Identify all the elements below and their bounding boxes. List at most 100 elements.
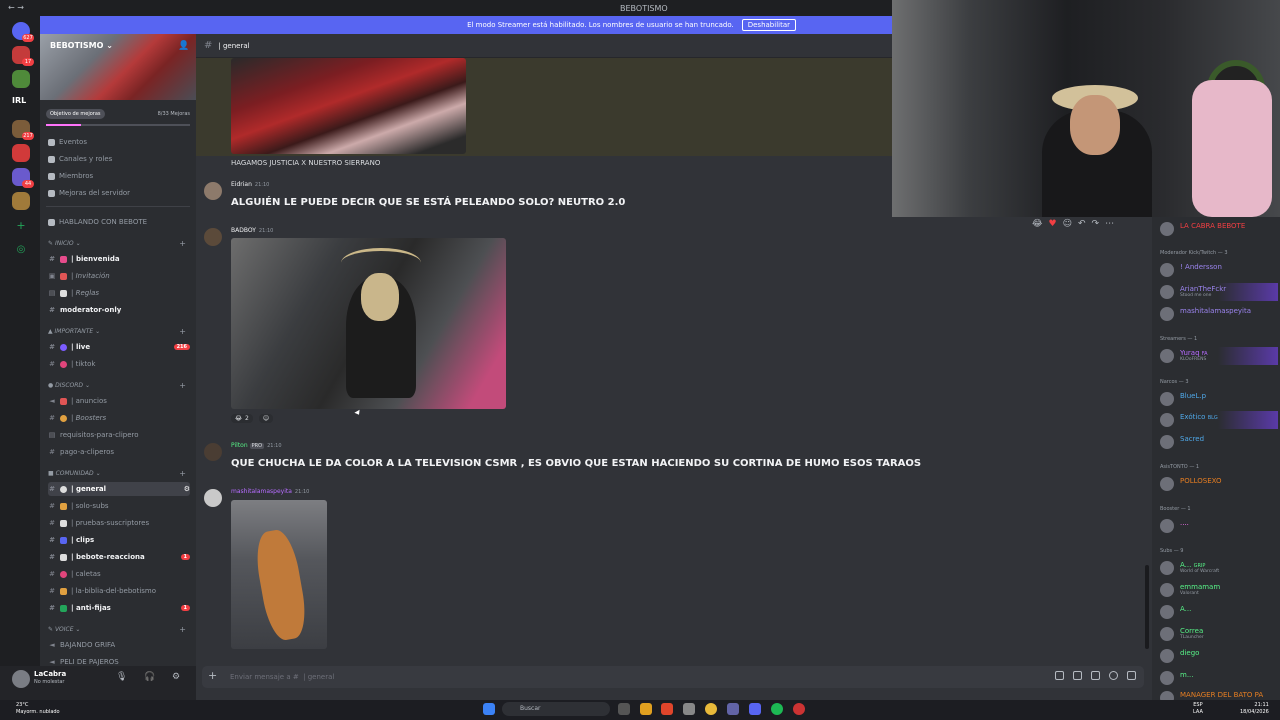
forward-icon[interactable]: ↷ xyxy=(1092,219,1100,229)
message-input[interactable] xyxy=(230,670,830,684)
add-channel-icon[interactable]: + xyxy=(179,381,186,390)
channel-pruebas[interactable]: # | pruebas-suscriptores xyxy=(48,516,190,530)
voice-channel-bajando[interactable]: ◄ BAJANDO GRIFA xyxy=(48,638,190,652)
member-item[interactable]: diego xyxy=(1158,647,1278,665)
member-item[interactable]: MANAGER DEL BATO PA xyxy=(1158,689,1278,700)
add-channel-icon[interactable]: + xyxy=(179,469,186,478)
channel-general[interactable]: # | general ⚙ xyxy=(48,482,190,496)
sidebar-item-boosts[interactable]: Mejoras del servidor xyxy=(48,186,190,200)
member-item[interactable]: Yuraq FA KLOoFRENS xyxy=(1158,347,1278,365)
channel-moderator-only[interactable]: # moderator-only xyxy=(48,303,190,317)
avatar[interactable] xyxy=(12,670,30,688)
sidebar-item-events[interactable]: Eventos xyxy=(48,135,190,149)
server-icon[interactable] xyxy=(12,144,30,162)
server-icon[interactable] xyxy=(12,70,30,88)
category-voice[interactable]: ✎ VOICE ⌄ + xyxy=(48,625,190,634)
server-name-dropdown[interactable]: BEBOTISMO ⌄ xyxy=(50,41,113,50)
gif-icon[interactable] xyxy=(1073,671,1082,680)
member-item[interactable]: A... xyxy=(1158,603,1278,621)
brave-icon[interactable] xyxy=(661,703,673,715)
member-item[interactable]: A... GRIP World of Warcraft xyxy=(1158,559,1278,577)
explore-icon[interactable]: ◎ xyxy=(12,242,30,260)
channel-clips[interactable]: # | clips xyxy=(48,533,190,547)
member-item[interactable]: LA CABRA BEBOTE xyxy=(1158,220,1278,238)
add-channel-icon[interactable]: + xyxy=(179,327,186,336)
weather-widget[interactable]: 23°C Mayorm. nublado xyxy=(16,702,60,716)
avatar[interactable] xyxy=(204,443,222,461)
channel-tiktok[interactable]: # | tiktok xyxy=(48,357,190,371)
apps-icon[interactable] xyxy=(1127,671,1136,680)
member-item[interactable]: Exótico BLG xyxy=(1158,411,1278,429)
channel-solo-subs[interactable]: # | solo-subs xyxy=(48,499,190,513)
server-icon[interactable] xyxy=(12,192,30,210)
emoji-icon[interactable] xyxy=(1109,671,1118,680)
message-author[interactable]: BADBOY 21:10 xyxy=(231,227,273,234)
member-item[interactable]: Correa TLauncher xyxy=(1158,625,1278,643)
member-item[interactable]: m... xyxy=(1158,669,1278,687)
server-irl-icon[interactable]: IRL xyxy=(12,96,30,114)
obs-icon[interactable] xyxy=(793,703,805,715)
taskbar-clock[interactable]: 21:11 18/04/2026 xyxy=(1240,702,1269,716)
add-reaction-icon[interactable]: ☺ xyxy=(1063,219,1072,229)
heart-icon[interactable]: ♥ xyxy=(1049,219,1057,229)
more-icon[interactable]: ⋯ xyxy=(1105,219,1114,229)
event-channel[interactable]: HABLANDO CON BEBOTE xyxy=(48,215,190,229)
avatar[interactable] xyxy=(204,182,222,200)
category-comunidad[interactable]: ■ COMUNIDAD ⌄ + xyxy=(48,469,190,478)
disable-button[interactable]: Deshabilitar xyxy=(741,19,796,31)
add-channel-icon[interactable]: + xyxy=(179,239,186,248)
language-indicator[interactable]: ESP LAA xyxy=(1193,702,1203,716)
voice-channel-peli[interactable]: ◄ PELI DE PAJEROS xyxy=(48,655,190,666)
channel-bienvenida[interactable]: # | bienvenida xyxy=(48,252,190,266)
channel-anuncios[interactable]: ◄ | anuncios xyxy=(48,394,190,408)
scrollbar[interactable] xyxy=(1145,565,1149,649)
avatar[interactable] xyxy=(204,489,222,507)
gift-icon[interactable] xyxy=(1055,671,1064,680)
member-item[interactable]: POLLOSEXO xyxy=(1158,475,1278,493)
channel-biblia[interactable]: # | la-biblia-del-bebotismo xyxy=(48,584,190,598)
headphones-icon[interactable]: 🎧 xyxy=(144,672,155,682)
app-icon[interactable] xyxy=(683,703,695,715)
member-item[interactable]: emmamam Valorant xyxy=(1158,581,1278,599)
member-item[interactable]: .... xyxy=(1158,517,1278,535)
channel-boosters[interactable]: # | Boosters xyxy=(48,411,190,425)
category-discord[interactable]: ● DISCORD ⌄ + xyxy=(48,381,190,390)
category-importante[interactable]: ▲ IMPORTANTE ⌄ + xyxy=(48,327,190,336)
sidebar-item-channels-roles[interactable]: Canales y roles xyxy=(48,152,190,166)
reaction-icon[interactable]: 😂 xyxy=(1032,219,1043,229)
reply-icon[interactable]: ↶ xyxy=(1078,219,1086,229)
attach-icon[interactable]: + xyxy=(208,669,217,682)
channel-caletas[interactable]: # | caletas xyxy=(48,567,190,581)
add-server-icon[interactable]: + xyxy=(12,218,30,236)
sidebar-item-members[interactable]: Miembros xyxy=(48,169,190,183)
discord-icon[interactable] xyxy=(749,703,761,715)
avatar[interactable] xyxy=(204,228,222,246)
spotify-icon[interactable] xyxy=(771,703,783,715)
message-author[interactable]: Pilton PRO 21:10 xyxy=(231,442,282,449)
invite-icon[interactable]: 👤 xyxy=(178,41,189,51)
message-image[interactable] xyxy=(231,238,506,409)
message-author[interactable]: Eidrian 21:10 xyxy=(231,181,269,188)
settings-icon[interactable]: ⚙ xyxy=(184,485,190,493)
reaction-chip[interactable]: 😂 2 xyxy=(231,414,253,423)
channel-reglas[interactable]: ▤ | Reglas xyxy=(48,286,190,300)
add-reaction-button[interactable]: ☺ xyxy=(258,414,274,423)
member-item[interactable]: ! Andersson xyxy=(1158,261,1278,279)
member-item[interactable]: BlueL.p xyxy=(1158,390,1278,408)
message-image[interactable] xyxy=(231,58,466,154)
start-icon[interactable] xyxy=(483,703,495,715)
file-explorer-icon[interactable] xyxy=(640,703,652,715)
category-inicio[interactable]: ✎ INICIO ⌄ + xyxy=(48,239,190,248)
taskbar-search[interactable]: Buscar xyxy=(502,702,610,716)
channel-invitacion[interactable]: ▣ | Invitación xyxy=(48,269,190,283)
task-view-icon[interactable] xyxy=(618,703,630,715)
boost-goal[interactable]: Objetivo de mejoras 8/33 Mejoras xyxy=(46,108,190,120)
sticker-icon[interactable] xyxy=(1091,671,1100,680)
microphone-icon[interactable]: 🎙 xyxy=(116,672,127,682)
teams-icon[interactable] xyxy=(727,703,739,715)
channel-pago[interactable]: # pago-a-cliperos xyxy=(48,445,190,459)
member-item[interactable]: ArianTheFckr Stood me one xyxy=(1158,283,1278,301)
member-item[interactable]: mashitalamaspeyita xyxy=(1158,305,1278,323)
back-icon[interactable]: ← → xyxy=(8,3,24,12)
channel-requisitos[interactable]: ▤ requisitos-para-clipero xyxy=(48,428,190,442)
